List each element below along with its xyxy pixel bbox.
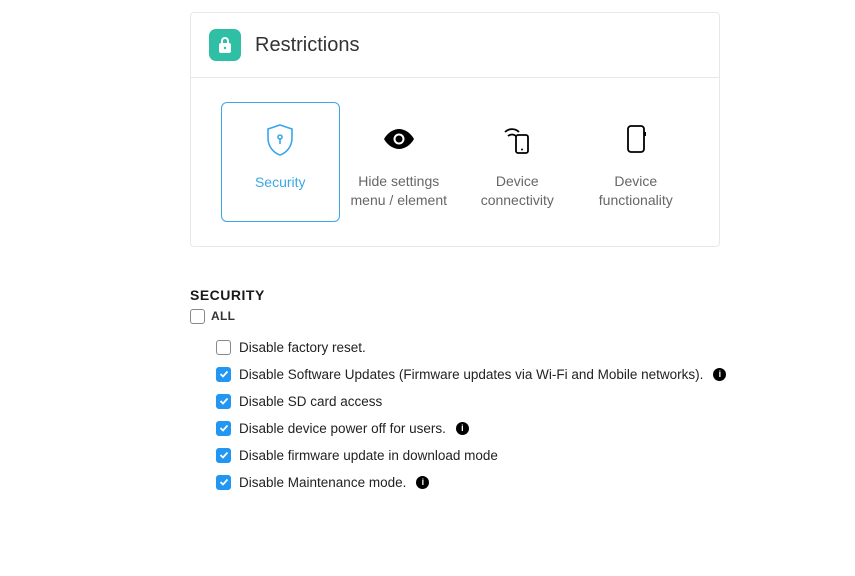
- eye-icon: [382, 120, 416, 158]
- tab-device-functionality[interactable]: Device functionality: [577, 102, 696, 222]
- options-list: Disable factory reset. Disable Software …: [190, 334, 750, 496]
- tab-label: Device functionality: [585, 172, 688, 210]
- signal-phone-icon: [500, 120, 534, 158]
- checkbox[interactable]: [216, 421, 231, 436]
- option-disable-software-updates: Disable Software Updates (Firmware updat…: [216, 361, 750, 388]
- checkbox[interactable]: [216, 475, 231, 490]
- option-label: Disable Maintenance mode.: [239, 475, 406, 490]
- tabs-row: Security Hide settings menu / element: [191, 78, 719, 246]
- lock-icon: [209, 29, 241, 61]
- all-row: ALL: [190, 309, 750, 324]
- option-label: Disable SD card access: [239, 394, 382, 409]
- checkbox[interactable]: [216, 448, 231, 463]
- info-icon[interactable]: i: [713, 368, 726, 381]
- checkbox-all[interactable]: [190, 309, 205, 324]
- page-title: Restrictions: [255, 34, 359, 57]
- option-label: Disable device power off for users.: [239, 421, 446, 436]
- checkbox[interactable]: [216, 367, 231, 382]
- option-disable-firmware-download-mode: Disable firmware update in download mode: [216, 442, 750, 469]
- security-section: SECURITY ALL Disable factory reset. Disa…: [190, 247, 750, 496]
- option-disable-power-off: Disable device power off for users. i: [216, 415, 750, 442]
- option-label: Disable firmware update in download mode: [239, 448, 498, 463]
- tab-label: Hide settings menu / element: [348, 172, 451, 210]
- phone-icon: [626, 120, 646, 158]
- info-icon[interactable]: i: [416, 476, 429, 489]
- tab-hide-settings[interactable]: Hide settings menu / element: [340, 102, 459, 222]
- option-label: Disable factory reset.: [239, 340, 366, 355]
- tab-device-connectivity[interactable]: Device connectivity: [458, 102, 577, 222]
- all-label: ALL: [211, 309, 235, 323]
- shield-icon: [265, 121, 295, 159]
- checkbox[interactable]: [216, 394, 231, 409]
- section-title: SECURITY: [190, 287, 750, 303]
- panel-header: Restrictions: [191, 13, 719, 78]
- checkbox[interactable]: [216, 340, 231, 355]
- tab-label: Device connectivity: [466, 172, 569, 210]
- restrictions-panel: Restrictions Security Hide settings: [190, 12, 720, 247]
- option-label: Disable Software Updates (Firmware updat…: [239, 367, 703, 382]
- tab-security[interactable]: Security: [221, 102, 340, 222]
- tab-label: Security: [255, 173, 306, 192]
- option-disable-sd-card: Disable SD card access: [216, 388, 750, 415]
- option-disable-factory-reset: Disable factory reset.: [216, 334, 750, 361]
- option-disable-maintenance-mode: Disable Maintenance mode. i: [216, 469, 750, 496]
- info-icon[interactable]: i: [456, 422, 469, 435]
